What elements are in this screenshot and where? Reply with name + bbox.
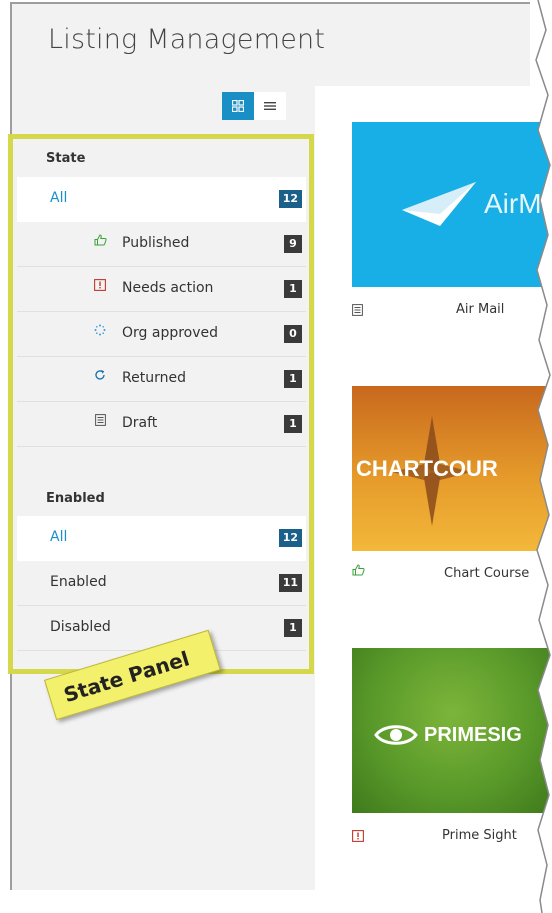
enabled-section-title: Enabled [46, 491, 105, 506]
state-filter-returned[interactable]: Returned 1 [17, 357, 306, 402]
document-icon [92, 414, 108, 429]
count-badge: 9 [284, 235, 302, 253]
page-title: Listing Management [48, 24, 326, 55]
alert-icon [92, 279, 108, 294]
grid-view-button[interactable] [222, 92, 254, 120]
listing-name: Chart Course [444, 566, 530, 581]
listing-banner: PRIMESIG [352, 648, 552, 813]
alert-icon [352, 830, 364, 845]
thumbs-up-icon [92, 234, 108, 249]
count-badge: 1 [284, 370, 302, 388]
listing-name: Prime Sight [442, 828, 517, 843]
count-badge: 12 [278, 190, 302, 208]
filter-label: All [50, 190, 68, 206]
filter-label: Returned [122, 370, 186, 386]
count-badge: 11 [278, 574, 302, 592]
state-filter-draft[interactable]: Draft 1 [17, 402, 306, 447]
listing-card-chart-course[interactable]: CHARTCOUR Chart Course [352, 386, 552, 581]
thumbs-up-icon [352, 564, 365, 579]
count-badge: 0 [284, 325, 302, 343]
listing-card-prime-sight[interactable]: PRIMESIG Prime Sight [352, 648, 552, 843]
state-filter-needs-action[interactable]: Needs action 1 [17, 267, 306, 312]
filter-label: Published [122, 235, 190, 251]
paper-plane-icon [402, 182, 476, 226]
banner-text: CHARTCOUR [356, 456, 498, 481]
screenshot-frame: Listing Management State All 12 Publishe… [0, 0, 552, 913]
list-icon [264, 102, 276, 110]
enabled-filter-enabled[interactable]: Enabled 11 [17, 561, 306, 606]
listing-banner: AirM [352, 122, 552, 287]
state-filter-all[interactable]: All 12 [17, 177, 306, 222]
view-toggle [222, 92, 286, 120]
state-filter-published[interactable]: Published 9 [17, 222, 306, 267]
refresh-icon [92, 369, 108, 384]
count-badge: 1 [284, 415, 302, 433]
filter-label: Needs action [122, 280, 214, 296]
listing-card-air-mail[interactable]: AirM Air Mail [352, 122, 552, 317]
filter-label: Draft [122, 415, 158, 431]
grid-icon [232, 100, 244, 112]
listing-banner: CHARTCOUR [352, 386, 552, 551]
state-panel: State All 12 Published 9 Needs action 1 [8, 134, 314, 674]
eye-icon [374, 725, 418, 745]
document-icon [352, 304, 363, 319]
state-section-title: State [46, 151, 86, 166]
list-view-button[interactable] [254, 92, 286, 120]
enabled-filter-all[interactable]: All 12 [17, 516, 306, 561]
count-badge: 1 [284, 280, 302, 298]
filter-label: All [50, 529, 68, 545]
count-badge: 12 [278, 529, 302, 547]
spinner-icon [92, 324, 108, 339]
torn-edge-decoration [535, 0, 552, 913]
banner-text: PRIMESIG [424, 724, 522, 746]
filter-label: Org approved [122, 325, 219, 341]
filter-label: Enabled [50, 574, 107, 590]
state-filter-org-approved[interactable]: Org approved 0 [17, 312, 306, 357]
count-badge: 1 [284, 619, 302, 637]
listing-name: Air Mail [456, 302, 505, 317]
filter-label: Disabled [50, 619, 111, 635]
